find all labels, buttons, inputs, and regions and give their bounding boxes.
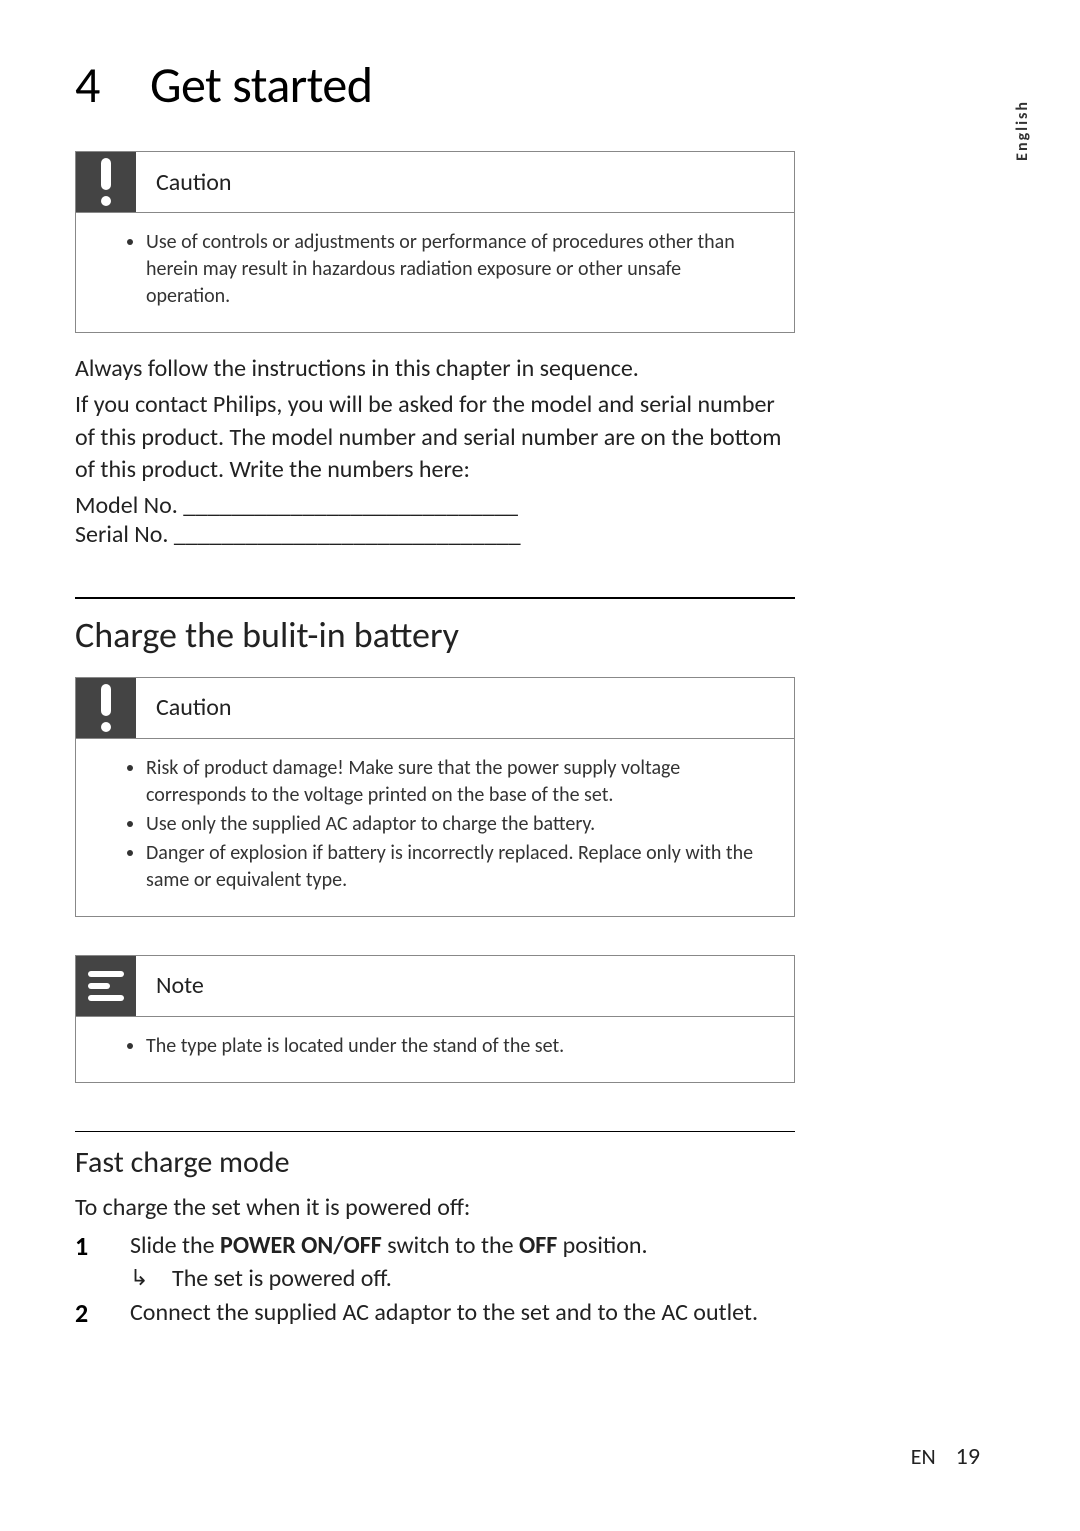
arrow-icon: ↳ [130, 1264, 172, 1291]
caution-item: Use only the supplied AC adaptor to char… [146, 811, 764, 838]
intro-line-1: Always follow the instructions in this c… [75, 353, 795, 385]
caution-box-1: Caution Use of controls or adjustments o… [75, 151, 795, 333]
subsection-heading-fast-charge: Fast charge mode [75, 1144, 795, 1181]
caution-icon [76, 678, 136, 738]
page-footer: EN 19 [911, 1442, 980, 1471]
instruction-label: To charge the set when it is powered off… [75, 1193, 795, 1222]
note-box-1: Note The type plate is located under the… [75, 955, 795, 1083]
step-number: 1 [75, 1230, 130, 1262]
serial-no-line: Serial No. _____________________________ [75, 520, 795, 549]
callout-title: Caution [136, 693, 232, 722]
callout-title: Note [136, 971, 204, 1000]
callout-title: Caution [136, 168, 232, 197]
step-1: 1 Slide the POWER ON/OFF switch to the O… [75, 1230, 795, 1262]
footer-lang: EN [911, 1443, 936, 1470]
note-item: The type plate is located under the stan… [146, 1033, 764, 1060]
caution-item: Risk of product damage! Make sure that t… [146, 755, 764, 809]
callout-header: Caution [76, 152, 794, 213]
section-divider [75, 597, 795, 599]
callout-header: Note [76, 956, 794, 1017]
chapter-number: 4 [75, 55, 150, 116]
sub-step-text: The set is powered off. [172, 1264, 392, 1293]
footer-page-number: 19 [956, 1442, 980, 1471]
step-number: 2 [75, 1297, 130, 1329]
callout-body: The type plate is located under the stan… [76, 1017, 794, 1082]
language-tab: English [1013, 100, 1032, 161]
chapter-title: 4Get started [75, 55, 795, 116]
step-2: 2 Connect the supplied AC adaptor to the… [75, 1297, 795, 1329]
caution-icon [76, 152, 136, 212]
step-1-result: ↳ The set is powered off. [75, 1264, 795, 1293]
step-text: Slide the POWER ON/OFF switch to the OFF… [130, 1230, 648, 1262]
caution-item: Use of controls or adjustments or perfor… [146, 229, 764, 310]
callout-body: Risk of product damage! Make sure that t… [76, 739, 794, 916]
section-heading-charge: Charge the bulit-in battery [75, 613, 795, 657]
step-text: Connect the supplied AC adaptor to the s… [130, 1297, 758, 1329]
subsection-divider [75, 1131, 795, 1132]
caution-box-2: Caution Risk of product damage! Make sur… [75, 677, 795, 917]
model-no-line: Model No. ____________________________ [75, 491, 795, 520]
callout-body: Use of controls or adjustments or perfor… [76, 213, 794, 332]
callout-header: Caution [76, 678, 794, 739]
chapter-heading-text: Get started [150, 55, 373, 116]
intro-line-2: If you contact Philips, you will be aske… [75, 389, 795, 486]
caution-item: Danger of explosion if battery is incorr… [146, 840, 764, 894]
note-icon [76, 956, 136, 1016]
